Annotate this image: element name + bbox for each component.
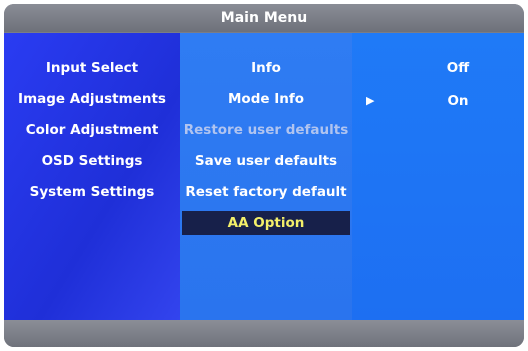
option-label: On xyxy=(447,93,469,109)
submenu-item-reset-factory-default[interactable]: Reset factory default xyxy=(180,180,352,204)
menu-title: Main Menu xyxy=(4,4,524,32)
submenu-item-info[interactable]: Info xyxy=(180,56,352,80)
osd-main-menu: Main Menu Input Select Image Adjustments… xyxy=(4,4,524,347)
menu-item-input-select[interactable]: Input Select xyxy=(4,56,180,80)
options-panel: Off ▶ On xyxy=(352,33,524,320)
option-label: Off xyxy=(446,60,470,76)
submenu-panel: Info Mode Info Restore user defaults Sav… xyxy=(180,33,352,320)
menu-item-image-adjustments[interactable]: Image Adjustments xyxy=(4,87,180,111)
submenu-item-save-user-defaults[interactable]: Save user defaults xyxy=(180,149,352,173)
menu-footer xyxy=(4,320,524,347)
menu-item-color-adjustment[interactable]: Color Adjustment xyxy=(4,118,180,142)
option-on[interactable]: ▶ On xyxy=(352,89,524,113)
submenu-item-mode-info[interactable]: Mode Info xyxy=(180,87,352,111)
left-menu-panel: Input Select Image Adjustments Color Adj… xyxy=(4,33,180,320)
selection-arrow-icon: ▶ xyxy=(366,94,375,107)
menu-item-osd-settings[interactable]: OSD Settings xyxy=(4,149,180,173)
submenu-item-restore-user-defaults: Restore user defaults xyxy=(183,122,349,138)
option-off[interactable]: Off xyxy=(352,56,524,80)
submenu-item-aa-option[interactable]: AA Option xyxy=(182,211,350,235)
menu-item-system-settings[interactable]: System Settings xyxy=(4,180,180,204)
